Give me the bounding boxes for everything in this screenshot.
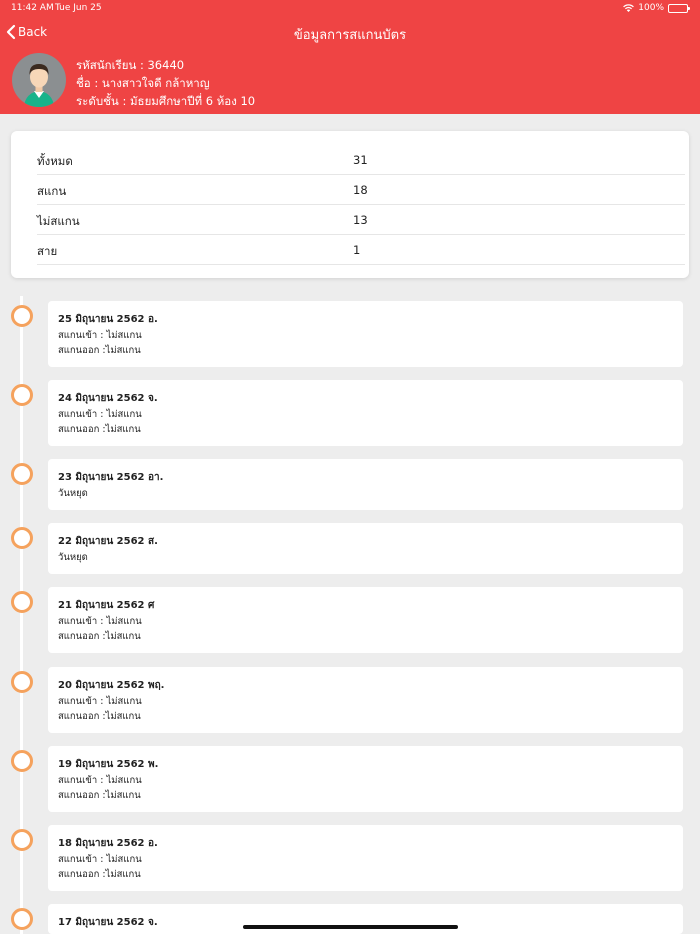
timeline-line1: สแกนเข้า : ไม่สแกน bbox=[58, 696, 142, 707]
timeline-line2: สแกนออก :ไม่สแกน bbox=[58, 790, 141, 801]
page-title: ข้อมูลการสแกนบัตร bbox=[293, 28, 407, 43]
timeline-line2: สแกนออก :ไม่สแกน bbox=[58, 869, 141, 880]
timeline-dot-icon bbox=[11, 305, 33, 327]
timeline-date: 24 มิถุนายน 2562 จ. bbox=[58, 393, 158, 404]
status-time: 11:42 AM bbox=[11, 3, 54, 13]
timeline-card[interactable]: 20 มิถุนายน 2562 พฤ. สแกนเข้า : ไม่สแกน … bbox=[48, 667, 683, 733]
summary-label: สแกน bbox=[37, 184, 67, 198]
summary-row: ทั้งหมด 31 bbox=[37, 145, 685, 175]
timeline-dot-icon bbox=[11, 750, 33, 772]
person-avatar-icon bbox=[24, 64, 54, 107]
timeline-date: 21 มิถุนายน 2562 ศ bbox=[58, 600, 155, 611]
timeline-dot-icon bbox=[11, 908, 33, 930]
timeline-line1: สแกนเข้า : ไม่สแกน bbox=[58, 854, 142, 865]
header-bar: 11:42 AM Tue Jun 25 100% Back ข้อมูลการส… bbox=[0, 0, 700, 114]
timeline-dot-icon bbox=[11, 527, 33, 549]
summary-label: สาย bbox=[37, 244, 58, 258]
timeline-date: 20 มิถุนายน 2562 พฤ. bbox=[58, 680, 165, 691]
summary-row: ไม่สแกน 13 bbox=[37, 205, 685, 235]
status-date: Tue Jun 25 bbox=[55, 3, 102, 13]
timeline-dot-icon bbox=[11, 463, 33, 485]
student-level: ระดับชั้น : มัธยมศึกษาปีที่ 6 ห้อง 10 bbox=[76, 94, 256, 108]
timeline-date: 18 มิถุนายน 2562 อ. bbox=[58, 838, 158, 849]
timeline-date: 22 มิถุนายน 2562 ส. bbox=[58, 536, 158, 547]
timeline-card[interactable]: 17 มิถุนายน 2562 จ. bbox=[48, 904, 683, 934]
timeline-date: 23 มิถุนายน 2562 อา. bbox=[58, 472, 164, 483]
timeline-line1: วันหยุด bbox=[58, 488, 88, 499]
timeline-card[interactable]: 18 มิถุนายน 2562 อ. สแกนเข้า : ไม่สแกน ส… bbox=[48, 825, 683, 891]
timeline-line1: สแกนเข้า : ไม่สแกน bbox=[58, 330, 142, 341]
timeline-card[interactable]: 21 มิถุนายน 2562 ศ สแกนเข้า : ไม่สแกน สแ… bbox=[48, 587, 683, 653]
student-name: ชื่อ : นางสาวใจดี กล้าหาญ bbox=[76, 76, 210, 90]
timeline-card[interactable]: 23 มิถุนายน 2562 อา. วันหยุด bbox=[48, 459, 683, 510]
timeline-line2: สแกนออก :ไม่สแกน bbox=[58, 424, 141, 435]
summary-row: สาย 1 bbox=[37, 235, 685, 265]
battery-icon bbox=[668, 3, 690, 13]
battery-percent: 100% bbox=[638, 3, 664, 13]
timeline-line2: สแกนออก :ไม่สแกน bbox=[58, 631, 141, 642]
timeline-line1: สแกนเข้า : ไม่สแกน bbox=[58, 616, 142, 627]
status-bar: 11:42 AM Tue Jun 25 100% bbox=[0, 0, 700, 18]
timeline-dot-icon bbox=[11, 384, 33, 406]
summary-value: 1 bbox=[353, 243, 361, 257]
summary-label: ทั้งหมด bbox=[37, 154, 73, 168]
timeline-card[interactable]: 22 มิถุนายน 2562 ส. วันหยุด bbox=[48, 523, 683, 574]
timeline-line1: สแกนเข้า : ไม่สแกน bbox=[58, 775, 142, 786]
timeline-card[interactable]: 19 มิถุนายน 2562 พ. สแกนเข้า : ไม่สแกน ส… bbox=[48, 746, 683, 812]
timeline-date: 19 มิถุนายน 2562 พ. bbox=[58, 759, 159, 770]
summary-label: ไม่สแกน bbox=[37, 214, 80, 228]
timeline-line1: สแกนเข้า : ไม่สแกน bbox=[58, 409, 142, 420]
timeline-dot-icon bbox=[11, 671, 33, 693]
timeline-dot-icon bbox=[11, 591, 33, 613]
summary-card: ทั้งหมด 31 สแกน 18 ไม่สแกน 13 สาย 1 bbox=[11, 131, 689, 278]
summary-value: 18 bbox=[353, 183, 368, 197]
timeline-line2: สแกนออก :ไม่สแกน bbox=[58, 711, 141, 722]
status-indicators: 100% bbox=[623, 3, 690, 13]
timeline-card[interactable]: 25 มิถุนายน 2562 อ. สแกนเข้า : ไม่สแกน ส… bbox=[48, 301, 683, 367]
student-id: รหัสนักเรียน : 36440 bbox=[76, 58, 185, 72]
timeline-dot-icon bbox=[11, 829, 33, 851]
timeline-line2: สแกนออก :ไม่สแกน bbox=[58, 345, 141, 356]
summary-value: 31 bbox=[353, 153, 368, 167]
timeline-card[interactable]: 24 มิถุนายน 2562 จ. สแกนเข้า : ไม่สแกน ส… bbox=[48, 380, 683, 446]
summary-value: 13 bbox=[353, 213, 368, 227]
timeline-line1: วันหยุด bbox=[58, 552, 88, 563]
student-info: รหัสนักเรียน : 36440 ชื่อ : นางสาวใจดี ก… bbox=[76, 56, 255, 110]
wifi-icon bbox=[623, 4, 635, 12]
timeline-date: 25 มิถุนายน 2562 อ. bbox=[58, 314, 158, 325]
summary-row: สแกน 18 bbox=[37, 175, 685, 205]
avatar bbox=[12, 53, 66, 107]
home-indicator bbox=[243, 925, 458, 929]
